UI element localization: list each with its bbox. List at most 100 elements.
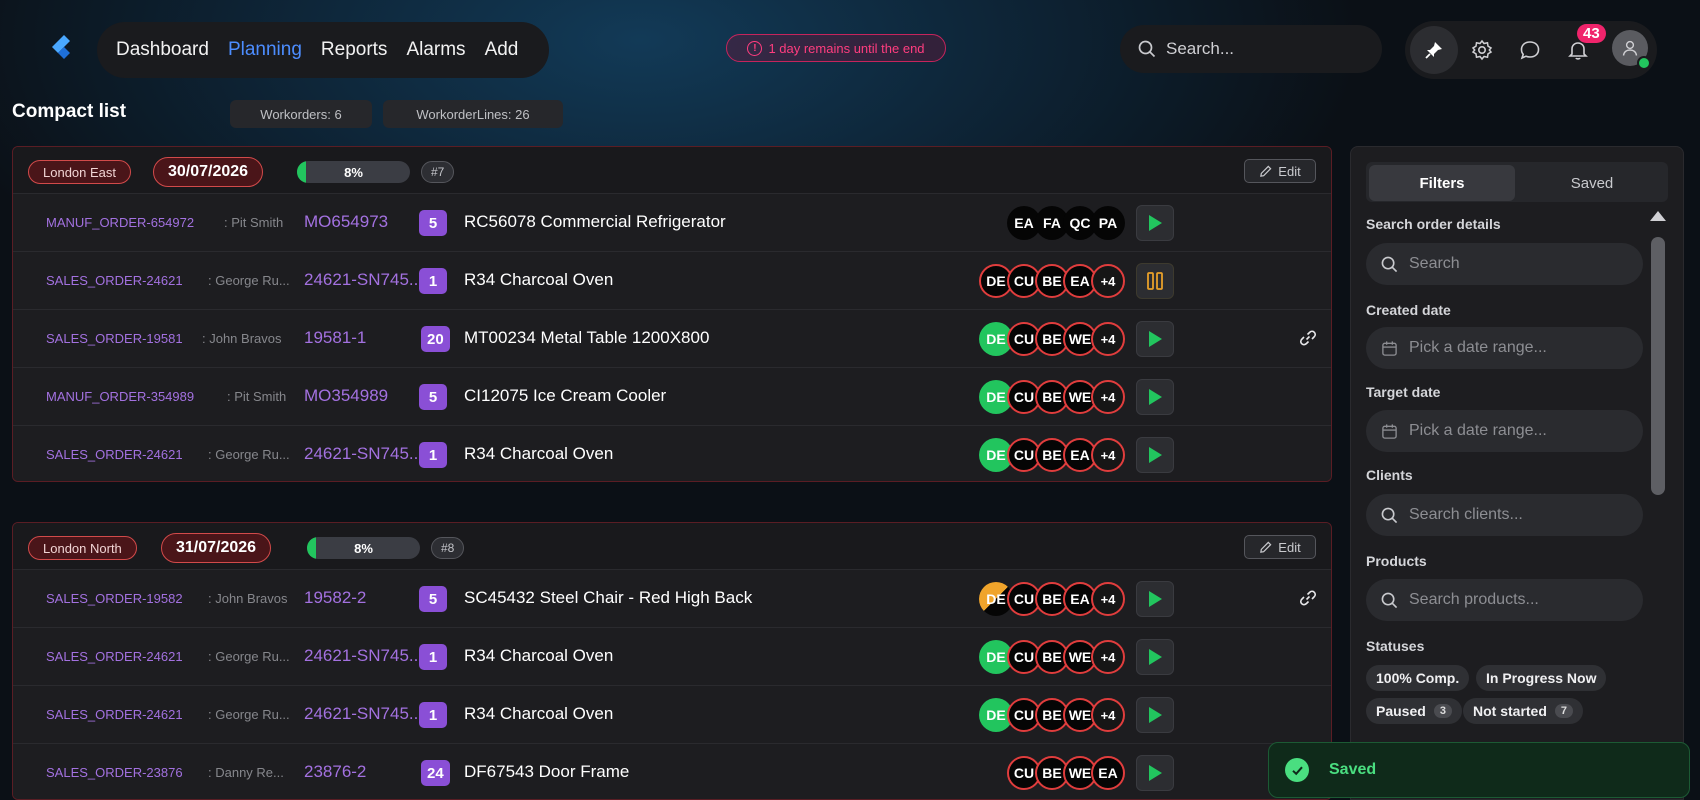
play-button[interactable] bbox=[1136, 321, 1174, 357]
deadline-notice: ! 1 day remains until the end bbox=[726, 34, 946, 62]
tab-saved[interactable]: Saved bbox=[1519, 165, 1665, 201]
global-search-input[interactable] bbox=[1166, 39, 1366, 59]
line-code[interactable]: MO654973 bbox=[304, 212, 388, 232]
order-line-row[interactable]: SALES_ORDER-24621: George Ru... 24621-SN7… bbox=[13, 685, 1331, 743]
link-icon[interactable] bbox=[1299, 329, 1317, 352]
play-button[interactable] bbox=[1136, 581, 1174, 617]
order-id[interactable]: SALES_ORDER-19581 bbox=[46, 331, 183, 346]
nav-add[interactable]: Add bbox=[485, 39, 519, 61]
line-code[interactable]: 24621-SN745...9 bbox=[304, 444, 433, 464]
play-button[interactable] bbox=[1136, 755, 1174, 791]
order-owner: : Pit Smith bbox=[224, 215, 284, 230]
order-id[interactable]: SALES_ORDER-24621 bbox=[46, 649, 183, 664]
order-line-row[interactable]: MANUF_ORDER-354989: Pit Smith MO354989 5 CI… bbox=[13, 367, 1331, 425]
edit-button[interactable]: Edit bbox=[1244, 159, 1316, 183]
operation-chip[interactable]: +4 bbox=[1091, 640, 1125, 674]
order-group: London North 31/07/2026 8% #8 Edit SALES_ORDE… bbox=[12, 522, 1332, 800]
status-chip-label: 100% Comp. bbox=[1376, 670, 1460, 686]
chat-button[interactable] bbox=[1506, 26, 1554, 74]
operation-chip[interactable]: +4 bbox=[1091, 582, 1125, 616]
order-line-row[interactable]: SALES_ORDER-19582: John Bravos 19582-2 5 SC… bbox=[13, 569, 1331, 627]
line-code[interactable]: 24621-SN745...5 bbox=[304, 704, 433, 724]
clients-field[interactable] bbox=[1366, 494, 1643, 536]
operation-chip[interactable]: +4 bbox=[1091, 380, 1125, 414]
pencil-icon bbox=[1260, 165, 1272, 177]
play-button[interactable] bbox=[1136, 379, 1174, 415]
global-search[interactable] bbox=[1120, 25, 1382, 73]
order-id[interactable]: SALES_ORDER-24621 bbox=[46, 707, 183, 722]
line-code[interactable]: 24621-SN745...1 bbox=[304, 646, 433, 666]
order-line-row[interactable]: SALES_ORDER-24621: George Ru... 24621-SN7… bbox=[13, 251, 1331, 309]
play-button[interactable] bbox=[1136, 205, 1174, 241]
order-owner: : George Ru... bbox=[208, 447, 290, 462]
operation-chips: DE CU BE WE +4 bbox=[979, 322, 1125, 356]
order-owner: : John Bravos bbox=[202, 331, 282, 346]
tab-filters[interactable]: Filters bbox=[1369, 165, 1515, 201]
status-chip-not-started[interactable]: Not started 7 bbox=[1463, 698, 1584, 724]
order-id[interactable]: MANUF_ORDER-654972 bbox=[46, 215, 194, 230]
created-date-input[interactable] bbox=[1409, 339, 1629, 357]
nav-dashboard[interactable]: Dashboard bbox=[116, 39, 209, 61]
nav-planning[interactable]: Planning bbox=[228, 39, 302, 61]
order-id[interactable]: SALES_ORDER-23876 bbox=[46, 765, 183, 780]
pencil-icon bbox=[1260, 541, 1272, 553]
target-date-field[interactable] bbox=[1366, 410, 1643, 452]
operation-chips: EA FA QC PA bbox=[1007, 206, 1125, 240]
search-order-input[interactable] bbox=[1409, 255, 1629, 273]
status-chip-in-progress[interactable]: In Progress Now bbox=[1476, 665, 1607, 691]
line-code[interactable]: 24621-SN745...0 bbox=[304, 270, 433, 290]
operation-chip[interactable]: +4 bbox=[1091, 264, 1125, 298]
link-icon[interactable] bbox=[1299, 589, 1317, 612]
filter-scrollbar[interactable] bbox=[1651, 237, 1665, 495]
group-header: London North 31/07/2026 8% #8 Edit bbox=[13, 523, 1331, 569]
target-date-input[interactable] bbox=[1409, 422, 1629, 440]
app-logo[interactable] bbox=[48, 33, 74, 63]
play-button[interactable] bbox=[1136, 697, 1174, 733]
search-icon bbox=[1381, 507, 1398, 523]
order-id[interactable]: SALES_ORDER-24621 bbox=[46, 273, 183, 288]
operation-chip[interactable]: +4 bbox=[1091, 438, 1125, 472]
order-owner: : John Bravos bbox=[208, 591, 288, 606]
line-code[interactable]: 23876-2 bbox=[304, 762, 366, 782]
order-line-row[interactable]: MANUF_ORDER-654972: Pit Smith MO654973 5 RC… bbox=[13, 193, 1331, 251]
order-line-row[interactable]: SALES_ORDER-24621: George Ru... 24621-SN7… bbox=[13, 627, 1331, 685]
info-icon: ! bbox=[747, 40, 763, 56]
date-badge: 31/07/2026 bbox=[161, 533, 272, 563]
order-line-row[interactable]: SALES_ORDER-23876: Danny Re... 23876-2 24 D… bbox=[13, 743, 1331, 799]
operation-chip[interactable]: +4 bbox=[1091, 698, 1125, 732]
products-field[interactable] bbox=[1366, 579, 1643, 621]
operation-chip[interactable]: +4 bbox=[1091, 322, 1125, 356]
order-id[interactable]: SALES_ORDER-19582 bbox=[46, 591, 183, 606]
line-code[interactable]: 19581-1 bbox=[304, 328, 366, 348]
settings-button[interactable] bbox=[1458, 26, 1506, 74]
search-icon bbox=[1381, 256, 1398, 272]
line-code[interactable]: MO354989 bbox=[304, 386, 388, 406]
nav-reports[interactable]: Reports bbox=[321, 39, 388, 61]
nav-alarms[interactable]: Alarms bbox=[406, 39, 465, 61]
play-button[interactable] bbox=[1136, 437, 1174, 473]
operation-chip[interactable]: PA bbox=[1091, 206, 1125, 240]
edit-button[interactable]: Edit bbox=[1244, 535, 1316, 559]
progress-label: 8% bbox=[354, 540, 373, 556]
status-chip-paused[interactable]: Paused 3 bbox=[1366, 698, 1462, 724]
order-line-row[interactable]: SALES_ORDER-19581: John Bravos 19581-1 20 M… bbox=[13, 309, 1331, 367]
search-order-field[interactable] bbox=[1366, 243, 1643, 285]
pin-button[interactable] bbox=[1410, 26, 1458, 74]
product-name: R34 Charcoal Oven bbox=[464, 444, 614, 463]
products-input[interactable] bbox=[1409, 591, 1629, 609]
quantity-badge: 1 bbox=[419, 268, 447, 294]
filter-tabs: Filters Saved bbox=[1366, 162, 1668, 202]
order-id[interactable]: SALES_ORDER-24621 bbox=[46, 447, 183, 462]
order-line-row[interactable]: SALES_ORDER-24621 : George Ru... 24621-SN7… bbox=[13, 425, 1331, 481]
clients-input[interactable] bbox=[1409, 506, 1629, 524]
clients-label: Clients bbox=[1366, 467, 1413, 483]
operation-chip[interactable]: EA bbox=[1091, 756, 1125, 790]
pause-button[interactable] bbox=[1136, 263, 1174, 299]
scroll-up-arrow[interactable] bbox=[1650, 211, 1666, 221]
line-code[interactable]: 19582-2 bbox=[304, 588, 366, 608]
play-button[interactable] bbox=[1136, 639, 1174, 675]
status-chip-complete[interactable]: 100% Comp. bbox=[1366, 665, 1470, 691]
order-id[interactable]: MANUF_ORDER-354989 bbox=[46, 389, 194, 404]
created-date-field[interactable] bbox=[1366, 327, 1643, 369]
toast-text: Saved bbox=[1329, 761, 1377, 778]
